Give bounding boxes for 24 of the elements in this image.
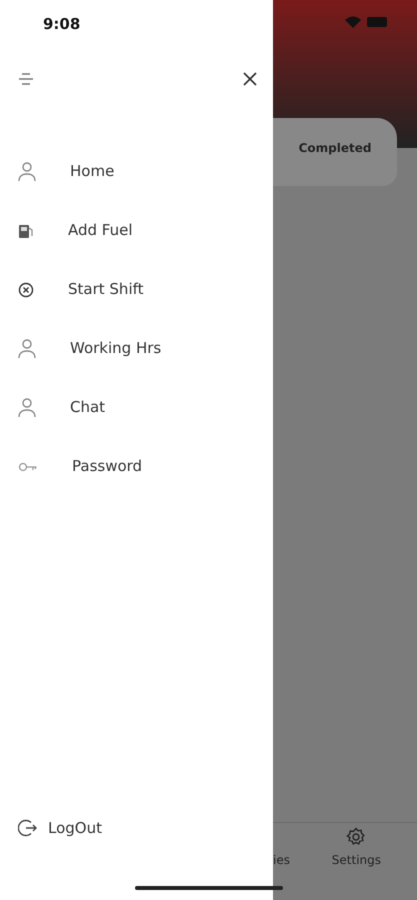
tab-label: Completed — [298, 140, 372, 157]
tab-card[interactable]: Completed — [273, 118, 397, 186]
close-icon[interactable] — [243, 72, 257, 86]
logout-icon — [18, 818, 38, 838]
menu-item[interactable]: Chat — [0, 378, 273, 437]
menu-item[interactable]: Start Shift — [0, 260, 273, 319]
menu-item[interactable]: Password — [0, 437, 273, 496]
key-icon — [18, 460, 38, 472]
menu-item[interactable]: Add Fuel — [0, 201, 273, 260]
status-time: 9:08 — [42, 14, 82, 35]
nav-tab[interactable]: ies — [273, 827, 290, 900]
nav-tab[interactable]: Settings — [332, 827, 381, 900]
logout-button[interactable]: LogOut — [0, 816, 273, 840]
settings-icon — [346, 827, 366, 847]
menu-icon[interactable] — [18, 71, 34, 87]
battery-icon — [367, 17, 389, 27]
person-icon — [18, 398, 36, 418]
person-icon — [18, 338, 36, 358]
person-icon — [18, 162, 36, 182]
fuel-pump-icon — [18, 222, 34, 238]
close-circle-icon — [18, 282, 34, 298]
menu-item[interactable]: Working Hrs — [0, 319, 273, 378]
menu-item[interactable]: Home — [0, 142, 273, 201]
wifi-icon — [345, 16, 361, 28]
